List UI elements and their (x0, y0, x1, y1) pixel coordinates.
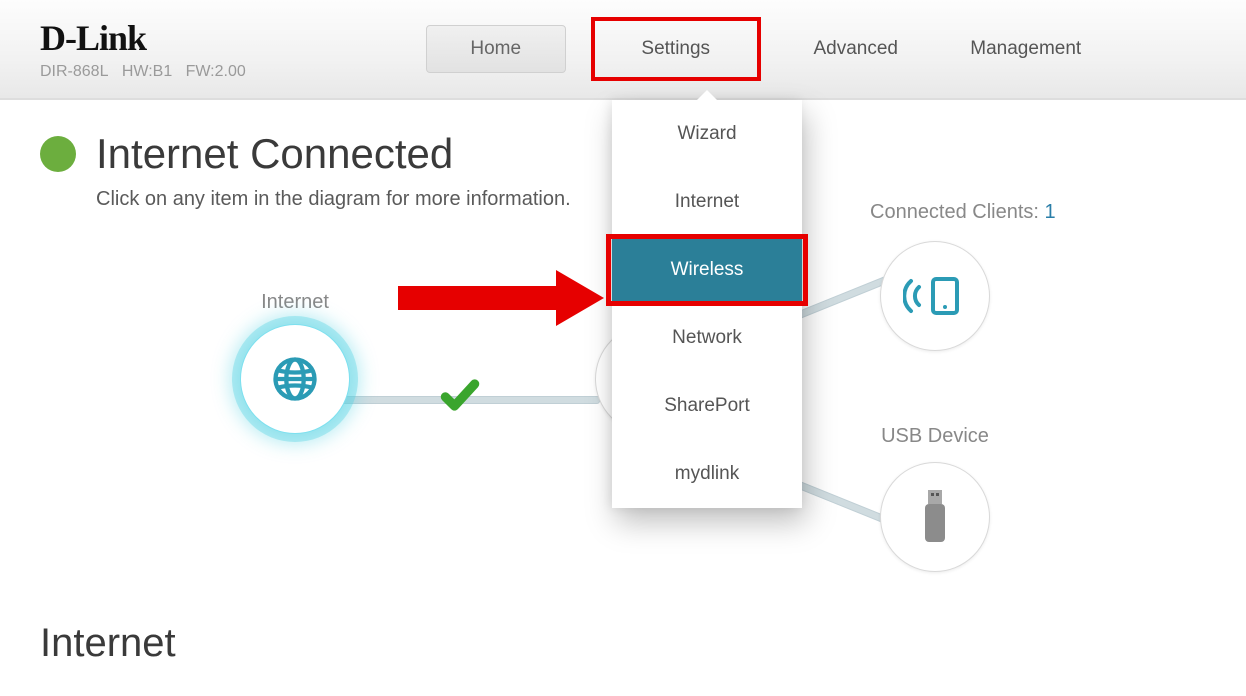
clients-circle (880, 241, 990, 351)
dropdown-item-shareport[interactable]: SharePort (612, 372, 802, 440)
model-label: DIR-868L (40, 63, 108, 80)
globe-icon (269, 353, 321, 405)
check-icon (438, 373, 482, 428)
connected-clients-label: Connected Clients: 1 (870, 201, 1056, 224)
node-internet-label: Internet (261, 291, 329, 314)
logo-block: D-Link DIR-868L HW:B1 FW:2.00 (40, 17, 246, 81)
main-nav: Home Settings Advanced Management (426, 0, 1096, 98)
node-internet[interactable]: Internet (240, 291, 350, 434)
status-title: Internet Connected (96, 130, 453, 178)
dropdown-item-wizard[interactable]: Wizard (612, 100, 802, 168)
nav-settings[interactable]: Settings (606, 25, 746, 73)
dropdown-item-wireless[interactable]: Wireless (612, 236, 802, 304)
hw-label: HW:B1 (122, 63, 172, 80)
clients-text: Connected Clients: (870, 201, 1039, 223)
nav-advanced[interactable]: Advanced (786, 25, 926, 73)
dropdown-item-network[interactable]: Network (612, 304, 802, 372)
section-internet-heading: Internet (40, 621, 1206, 666)
node-clients[interactable] (880, 241, 990, 351)
nav-home[interactable]: Home (426, 25, 566, 73)
fw-label: FW:2.00 (186, 63, 246, 80)
clients-count: 1 (1045, 201, 1056, 223)
nav-settings-label: Settings (641, 38, 710, 60)
node-usb-label: USB Device (881, 425, 989, 448)
usb-icon (920, 488, 950, 546)
dropdown-item-internet[interactable]: Internet (612, 168, 802, 236)
settings-dropdown: Wizard Internet Wireless Network SharePo… (612, 100, 802, 508)
status-dot-icon (40, 136, 76, 172)
dropdown-item-wireless-label: Wireless (671, 259, 744, 281)
usb-circle (880, 462, 990, 572)
device-info: DIR-868L HW:B1 FW:2.00 (40, 63, 246, 81)
brand-logo: D-Link (40, 17, 246, 59)
nav-management[interactable]: Management (956, 25, 1096, 73)
dropdown-item-mydlink[interactable]: mydlink (612, 440, 802, 508)
internet-circle (240, 324, 350, 434)
wifi-device-icon (903, 271, 967, 321)
top-bar: D-Link DIR-868L HW:B1 FW:2.00 Home Setti… (0, 0, 1246, 100)
node-usb[interactable]: USB Device (880, 425, 990, 572)
